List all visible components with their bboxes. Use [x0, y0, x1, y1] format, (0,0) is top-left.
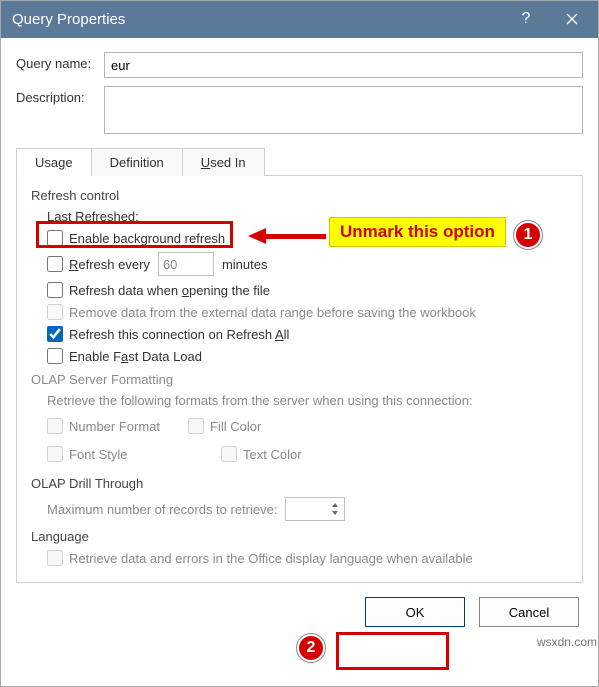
section-olap-drill: OLAP Drill Through Maximum number of rec… [31, 476, 568, 521]
button-row: OK Cancel [0, 583, 599, 627]
close-icon [566, 13, 578, 25]
ok-button[interactable]: OK [365, 597, 465, 627]
section-language: Language Retrieve data and errors in the… [31, 529, 568, 566]
section-refresh: Refresh control Last Refreshed: Enable b… [31, 188, 568, 364]
close-button[interactable] [549, 0, 595, 38]
window-title: Query Properties [12, 11, 503, 28]
enable-bg-label: Enable background refresh [69, 231, 225, 246]
enable-bg-checkbox[interactable] [47, 230, 63, 246]
description-input[interactable] [104, 86, 583, 134]
spinner-arrows-icon [330, 500, 340, 518]
refresh-all-label: Refresh this connection on Refresh All [69, 327, 289, 342]
refresh-all-row: Refresh this connection on Refresh All [47, 326, 568, 342]
remove-data-label: Remove data from the external data range… [69, 305, 476, 320]
query-name-input[interactable] [104, 52, 583, 78]
language-checkbox [47, 550, 63, 566]
fill-color-checkbox [188, 418, 204, 434]
tab-used-in[interactable]: Used In [183, 148, 265, 176]
number-format-label: Number Format [69, 419, 160, 434]
refresh-every-label: Refresh every [69, 257, 150, 272]
refresh-every-checkbox[interactable] [47, 256, 63, 272]
font-style-label: Font Style [69, 447, 128, 462]
olap-drill-label: Maximum number of records to retrieve: [47, 502, 277, 517]
tabs: Usage Definition Used In Refresh control… [16, 148, 583, 583]
tab-usage[interactable]: Usage [16, 148, 92, 176]
tab-body-usage: Refresh control Last Refreshed: Enable b… [16, 175, 583, 583]
fill-color-label: Fill Color [210, 419, 261, 434]
refresh-open-checkbox[interactable] [47, 282, 63, 298]
tab-definition[interactable]: Definition [92, 148, 183, 176]
olap-drill-title: OLAP Drill Through [31, 476, 568, 491]
refresh-title: Refresh control [31, 188, 568, 203]
annotation-step-2: 2 [297, 634, 325, 662]
refresh-open-label: Refresh data when opening the file [69, 283, 270, 298]
section-olap-fmt: OLAP Server Formatting Retrieve the foll… [31, 372, 568, 468]
olap-drill-spinner [285, 497, 345, 521]
titlebar: Query Properties ? [0, 0, 599, 38]
last-refreshed-label: Last Refreshed: [47, 209, 568, 224]
enable-bg-row: Enable background refresh [47, 230, 568, 246]
language-label: Retrieve data and errors in the Office d… [69, 551, 473, 566]
fast-load-row: Enable Fast Data Load [47, 348, 568, 364]
help-button[interactable]: ? [503, 0, 549, 38]
annotation-box-ok [336, 632, 449, 670]
fast-load-checkbox[interactable] [47, 348, 63, 364]
watermark: wsxdn.com [537, 635, 597, 649]
olap-fmt-desc: Retrieve the following formats from the … [47, 393, 568, 408]
font-style-checkbox [47, 446, 63, 462]
remove-data-checkbox [47, 304, 63, 320]
olap-fmt-title: OLAP Server Formatting [31, 372, 568, 387]
number-format-checkbox [47, 418, 63, 434]
refresh-every-spinner[interactable]: 60 [158, 252, 214, 276]
text-color-checkbox [221, 446, 237, 462]
refresh-all-checkbox[interactable] [47, 326, 63, 342]
description-label: Description: [16, 86, 104, 105]
fast-load-label: Enable Fast Data Load [69, 349, 202, 364]
language-title: Language [31, 529, 568, 544]
remove-data-row: Remove data from the external data range… [47, 304, 568, 320]
query-name-label: Query name: [16, 52, 104, 71]
refresh-every-unit: minutes [222, 257, 268, 272]
form-area: Query name: Description: [0, 38, 599, 148]
refresh-open-row: Refresh data when opening the file [47, 282, 568, 298]
refresh-every-row: Refresh every 60 minutes [47, 252, 568, 276]
text-color-label: Text Color [243, 447, 302, 462]
cancel-button[interactable]: Cancel [479, 597, 579, 627]
